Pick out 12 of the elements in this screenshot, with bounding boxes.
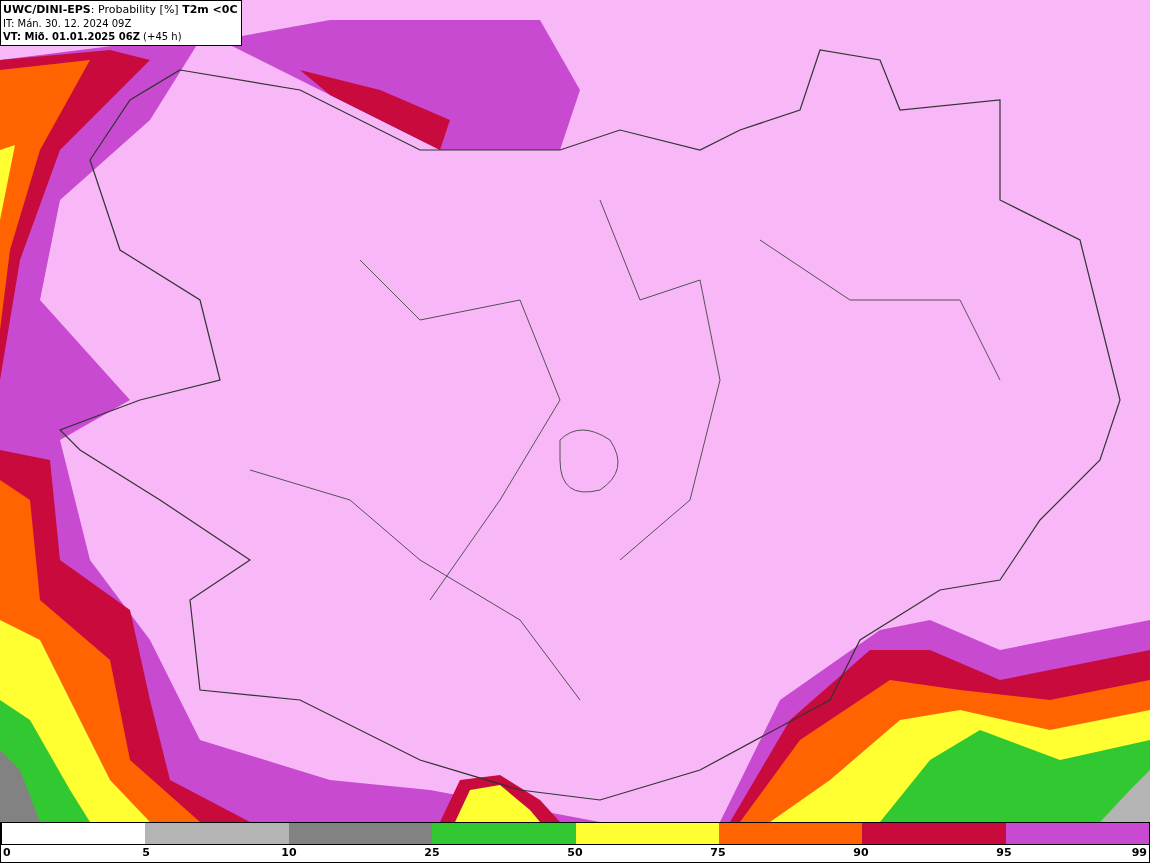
initial-time: IT: Mán. 30. 12. 2024 09Z bbox=[3, 17, 133, 30]
legend-label: 95 bbox=[996, 846, 1012, 859]
legend-label: 10 bbox=[281, 846, 297, 859]
legend-label: 50 bbox=[567, 846, 583, 859]
legend-label: 0 bbox=[3, 846, 11, 859]
legend-label: 5 bbox=[142, 846, 150, 859]
legend-label: 75 bbox=[710, 846, 726, 859]
valid-time: VT: Mið. 01.01.2025 06Z (+45 h) bbox=[3, 30, 183, 43]
legend-label: 90 bbox=[853, 846, 869, 859]
map-title: UWC/DINI-EPS: Probability [%] T2m <0C bbox=[3, 2, 237, 17]
legend-label: 25 bbox=[424, 846, 440, 859]
legend-label: 99 bbox=[1131, 846, 1147, 859]
